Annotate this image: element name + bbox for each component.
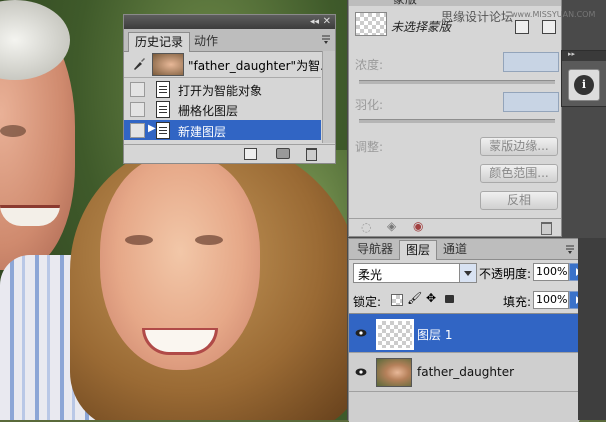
watermark-url: www.MISSYUAN.COM [511,10,596,19]
history-brush-icon[interactable] [132,57,146,71]
tab-masks[interactable]: 蒙版 [393,0,417,7]
tab-actions[interactable]: 动作 [188,32,224,51]
trash-icon[interactable] [306,148,317,161]
invert-button[interactable]: 反相 [480,191,558,210]
chevron-down-icon[interactable] [459,264,476,282]
apply-mask-icon[interactable]: ◈ [387,219,396,233]
tab-layers[interactable]: 图层 [399,240,438,260]
blend-mode-value: 柔光 [358,268,383,282]
history-item-label: 打开为智能对象 [178,84,263,98]
layer-row[interactable]: father_daughter [349,353,579,392]
disable-mask-icon[interactable]: ◉ [413,219,423,233]
density-slider[interactable] [359,80,555,84]
lock-all-icon[interactable] [445,295,454,303]
layer-thumbnail-transparent [376,319,414,350]
tab-history[interactable]: 历史记录 [128,32,191,52]
layer-name: father_daughter [417,365,515,379]
layer-thumbnail-photo [376,358,412,387]
camera-snapshot-icon[interactable] [276,148,290,159]
history-tabs: 历史记录 动作 [124,29,335,52]
mask-selection-label: 未选择蒙版 [391,20,452,34]
eye-visibility-icon[interactable] [355,366,367,378]
density-label: 浓度: [355,58,384,72]
expand-icon[interactable]: ▸▸ [568,50,575,58]
history-item-label: 栅格化图层 [178,104,239,118]
history-item[interactable]: 栅格化图层 [124,99,321,119]
info-mini-panel: ▸▸ i [561,50,606,107]
history-checkbox[interactable] [130,82,145,97]
history-state-icon [156,101,170,118]
masks-tab-strip: 蒙版 [349,0,561,6]
snapshot-label: "father_daughter"为智... [188,59,332,73]
lock-transparency-icon[interactable] [391,294,403,306]
history-panel: ◂◂ ✕ 历史记录 动作 "father_daughter"为智... 打开为智… [123,14,336,164]
history-item[interactable]: 打开为智能对象 [124,79,321,99]
history-title-bar[interactable]: ◂◂ ✕ [124,15,335,29]
history-scrollbar[interactable] [322,51,335,143]
layer-name: 图层 1 [417,328,453,342]
masks-panel: 蒙版 思缘设计论坛 www.MISSYUAN.COM 未选择蒙版 浓度: 羽化:… [348,0,595,237]
blend-mode-select[interactable]: 柔光 [353,263,477,283]
history-checkbox[interactable] [130,102,145,117]
lock-pixels-brush-icon[interactable]: 🖌 [407,291,422,305]
tab-channels[interactable]: 通道 [437,240,473,259]
vector-mask-icon[interactable] [542,20,556,34]
layers-list: 图层 1 father_daughter [349,313,579,422]
density-field[interactable] [503,52,559,72]
color-range-button[interactable]: 颜色范围... [480,164,558,183]
eye-visibility-icon[interactable] [355,327,367,339]
delete-mask-icon[interactable] [541,222,552,235]
info-button[interactable]: i [568,69,600,101]
layer-row-selected[interactable]: 图层 1 [349,314,579,353]
snapshot-thumbnail [152,53,184,76]
history-state-icon [156,81,170,98]
lock-label: 锁定: [353,295,382,309]
layers-tabs: 导航器 图层 通道 [349,239,579,260]
layers-panel: 导航器 图层 通道 柔光 不透明度: 100% 锁定: 🖌 ✥ 填充: 100%… [348,238,581,422]
info-icon: i [574,75,594,95]
fill-input[interactable]: 100% [533,291,569,309]
history-snapshot-row[interactable]: "father_daughter"为智... [124,51,332,78]
new-document-from-state-icon[interactable] [244,148,257,160]
layers-menu-icon[interactable] [565,245,575,255]
mask-thumbnail [355,12,387,36]
adjust-label: 调整: [355,140,384,154]
dock-gutter [578,238,606,420]
feather-field[interactable] [503,92,559,112]
feather-slider[interactable] [359,119,555,123]
tab-navigator[interactable]: 导航器 [351,240,399,259]
panel-menu-icon[interactable] [321,35,331,45]
man-eye [0,125,26,137]
watermark-text: 思缘设计论坛 [441,10,514,24]
mask-edge-button[interactable]: 蒙版边缘... [480,137,558,156]
opacity-label: 不透明度: [479,267,532,281]
lock-position-move-icon[interactable]: ✥ [426,291,436,305]
history-footer [124,144,335,163]
pixel-mask-icon[interactable] [515,20,529,34]
load-selection-icon[interactable]: ◌ [361,220,371,234]
history-item-label: 新建图层 [178,125,227,139]
fill-label: 填充: [503,295,532,309]
opacity-input[interactable]: 100% [533,263,569,281]
history-state-pointer-icon: ▶ [148,123,156,134]
feather-label: 羽化: [355,98,384,112]
woman-right-eye [195,235,223,245]
woman-left-eye [125,235,153,245]
history-checkbox[interactable] [130,123,145,138]
info-title-bar[interactable]: ▸▸ [562,50,606,61]
collapse-icon[interactable]: ◂◂ [310,17,319,27]
close-icon[interactable]: ✕ [323,16,331,27]
history-item-selected[interactable]: ▶ 新建图层 [124,120,321,140]
masks-footer: ◌ ◈ ◉ [349,218,561,237]
history-state-icon [156,122,170,139]
